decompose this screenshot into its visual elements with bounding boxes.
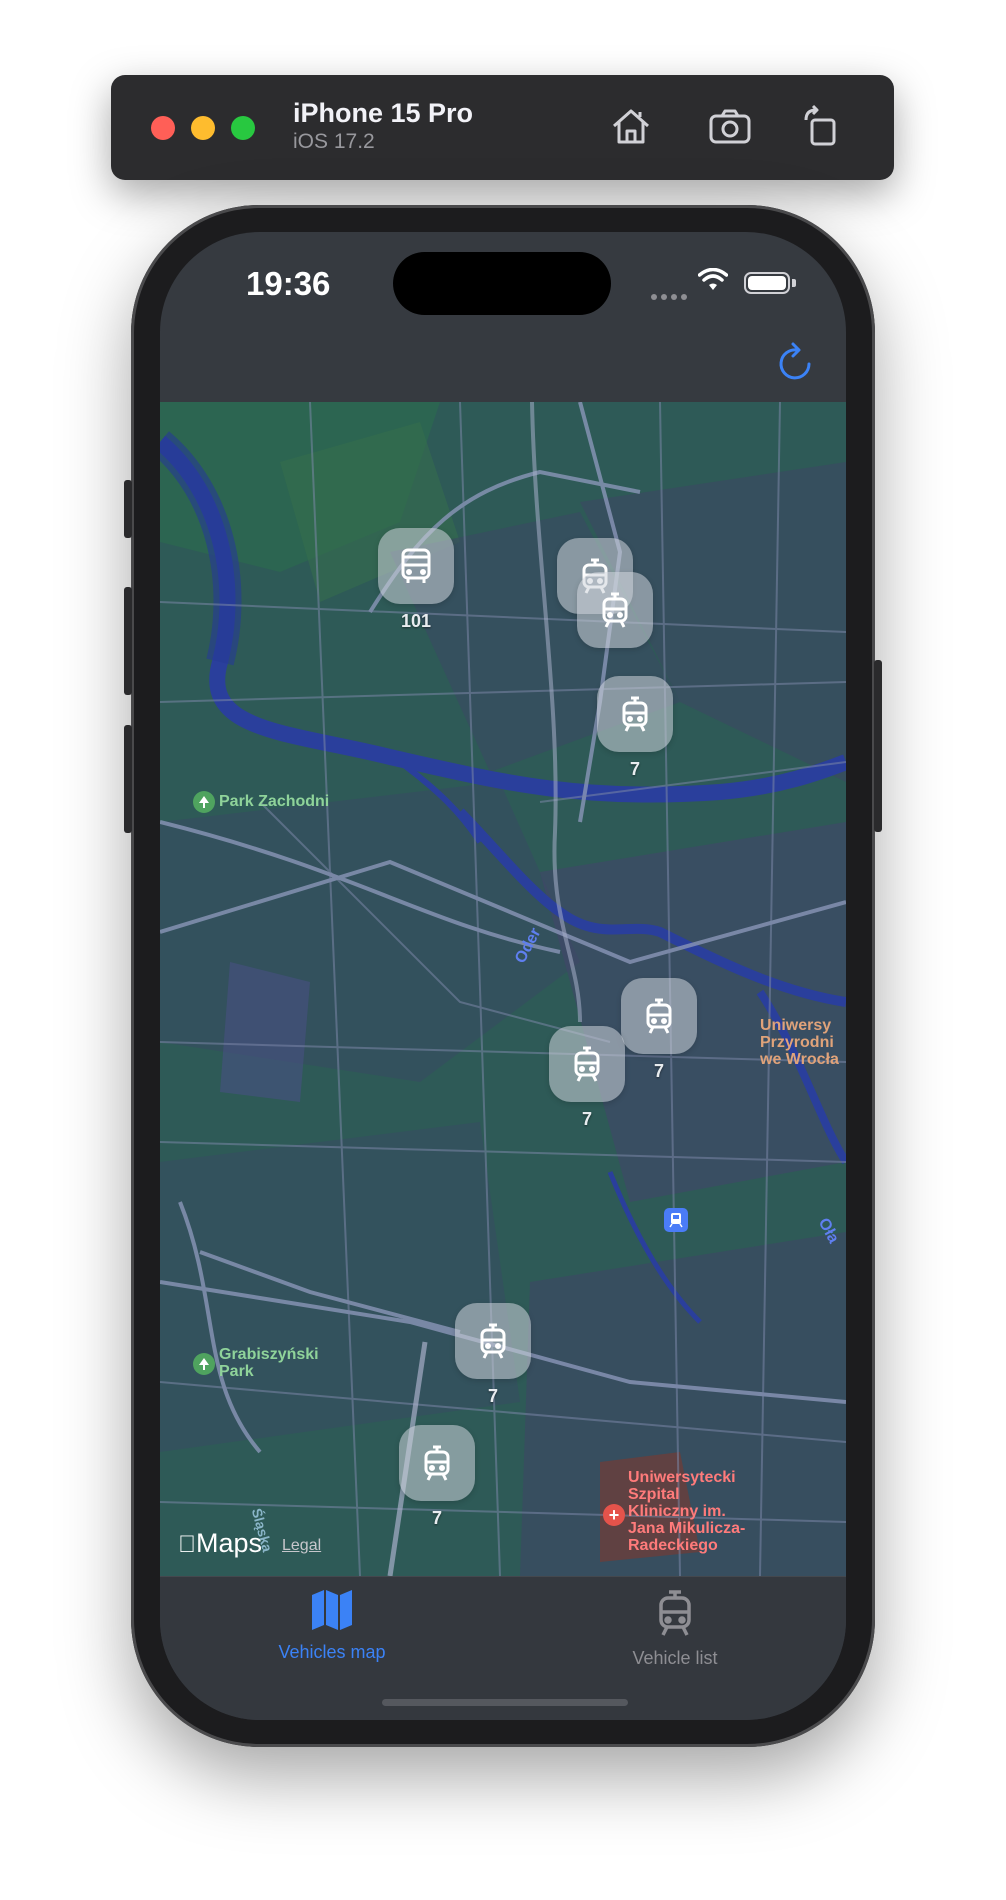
action-button bbox=[124, 480, 132, 538]
wifi-icon bbox=[697, 267, 729, 297]
rotate-icon[interactable] bbox=[796, 102, 846, 152]
place-label-park-zachodni[interactable]: Park Zachodni bbox=[219, 793, 329, 810]
vehicle-line-number: 7 bbox=[581, 1109, 592, 1129]
status-time: 19:36 bbox=[246, 265, 331, 302]
apple-logo-icon:  bbox=[178, 1531, 196, 1558]
vehicle-marker-tram[interactable]: 7 bbox=[549, 1026, 625, 1130]
vehicle-marker-tram[interactable]: 7 bbox=[621, 978, 697, 1082]
window-minimize-button[interactable] bbox=[191, 116, 215, 140]
hospital-icon: + bbox=[603, 1504, 625, 1526]
tab-vehicles-map[interactable]: Vehicles map bbox=[232, 1589, 432, 1663]
window-zoom-button[interactable] bbox=[231, 116, 255, 140]
train-station-icon[interactable] bbox=[664, 1208, 688, 1232]
park-icon bbox=[193, 1353, 215, 1375]
battery-icon bbox=[744, 272, 790, 294]
simulator-title-bar bbox=[111, 75, 894, 180]
tram-icon bbox=[577, 572, 653, 648]
tab-vehicle-list[interactable]: Vehicle list bbox=[575, 1589, 775, 1669]
maps-wordmark: Maps bbox=[178, 1528, 262, 1558]
place-label-hospital[interactable]: Uniwersytecki Szpital Kliniczny im. Jana… bbox=[628, 1469, 745, 1554]
place-label-university[interactable]: Uniwersy Przyrodni we Wrocła bbox=[760, 1017, 846, 1068]
vehicle-marker-bus[interactable]: 101 bbox=[378, 528, 454, 632]
tram-icon bbox=[621, 978, 697, 1054]
vehicle-line-number: 7 bbox=[431, 1508, 442, 1528]
window-close-button[interactable] bbox=[151, 116, 175, 140]
legal-link[interactable]: Legal bbox=[282, 1537, 321, 1555]
vehicle-line-number: 7 bbox=[653, 1061, 664, 1081]
home-icon[interactable] bbox=[606, 102, 656, 152]
power-button bbox=[874, 660, 882, 832]
apple-maps-logo: Maps bbox=[178, 1528, 262, 1559]
tram-icon bbox=[659, 1590, 691, 1636]
park-icon bbox=[193, 791, 215, 813]
vehicle-marker-tram[interactable]: 7 bbox=[597, 676, 673, 780]
phone-screen: 19:36 Park Zachodni Grabiszyński Park Un… bbox=[160, 232, 846, 1720]
vehicle-line-number: 7 bbox=[629, 759, 640, 779]
dynamic-island bbox=[393, 252, 611, 315]
cellular-signal-icon bbox=[651, 287, 691, 305]
tram-icon bbox=[399, 1425, 475, 1501]
battery-cap bbox=[792, 279, 796, 287]
map-icon bbox=[312, 1590, 352, 1630]
vehicle-line-number: 7 bbox=[487, 1386, 498, 1406]
screenshot-icon[interactable] bbox=[705, 102, 755, 152]
volume-up-button bbox=[124, 587, 132, 695]
tram-icon bbox=[455, 1303, 531, 1379]
vehicles-map[interactable]: Park Zachodni Grabiszyński Park Uniwersy… bbox=[160, 402, 846, 1576]
tab-label: Vehicles map bbox=[278, 1642, 386, 1662]
bus-icon bbox=[378, 528, 454, 604]
home-indicator bbox=[382, 1699, 628, 1706]
os-version: iOS 17.2 bbox=[293, 130, 375, 153]
tram-icon bbox=[597, 676, 673, 752]
vehicle-marker-tram[interactable]: 7 bbox=[455, 1303, 531, 1407]
place-label-grabiszynski-park[interactable]: Grabiszyński Park bbox=[219, 1346, 319, 1380]
tab-label: Vehicle list bbox=[632, 1648, 718, 1668]
volume-down-button bbox=[124, 725, 132, 833]
tram-icon bbox=[549, 1026, 625, 1102]
vehicle-marker-tram[interactable] bbox=[577, 572, 653, 655]
refresh-icon[interactable] bbox=[777, 340, 817, 384]
device-name: iPhone 15 Pro bbox=[293, 98, 474, 128]
vehicle-marker-tram[interactable]: 7 bbox=[399, 1425, 475, 1529]
vehicle-line-number: 101 bbox=[400, 611, 432, 631]
